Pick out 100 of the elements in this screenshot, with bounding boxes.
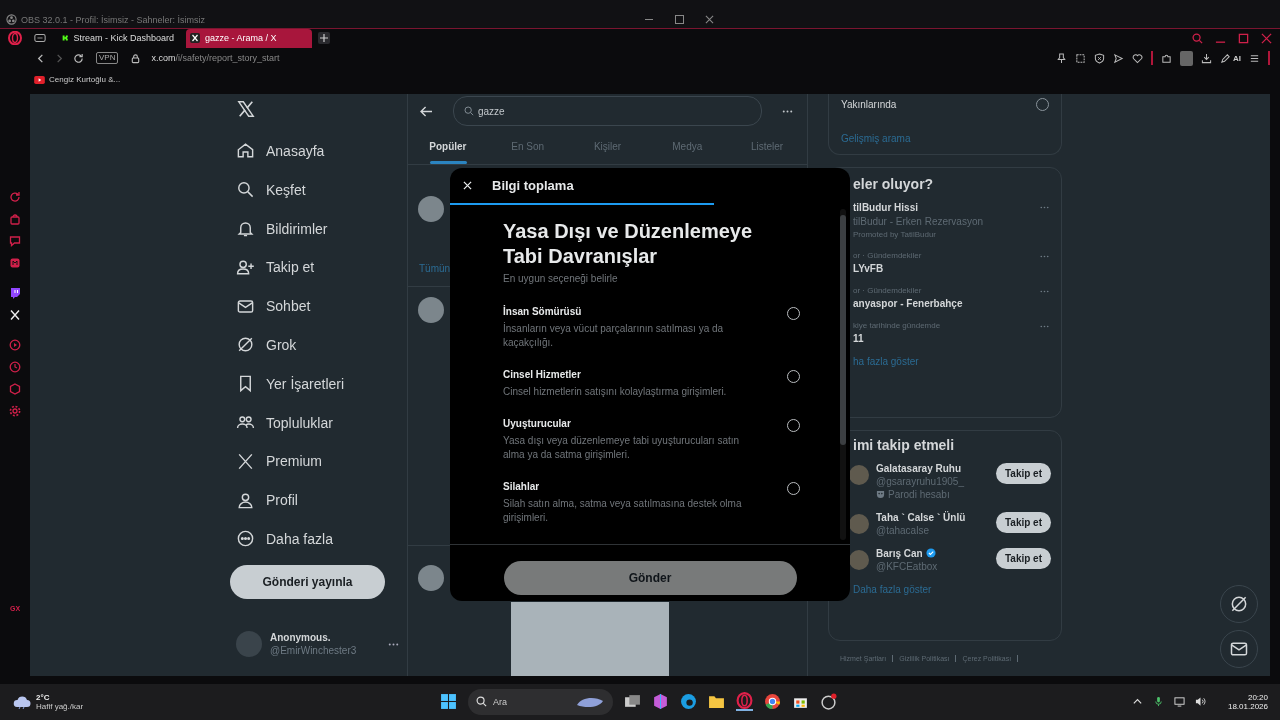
clock-icon[interactable] <box>9 360 21 373</box>
pen-icon[interactable] <box>1220 52 1231 64</box>
search-tab[interactable]: Popüler <box>408 128 488 164</box>
opera-logo-icon[interactable] <box>8 31 22 46</box>
network-icon[interactable] <box>1173 696 1185 708</box>
more-options-icon[interactable] <box>782 109 793 113</box>
messages-button[interactable] <box>1220 629 1258 668</box>
nav-item[interactable]: Profil <box>230 480 407 520</box>
cube-icon[interactable] <box>9 382 21 395</box>
nav-item[interactable]: Premium <box>230 441 407 481</box>
menu-icon[interactable] <box>1249 52 1260 64</box>
shield-icon[interactable] <box>1094 52 1105 64</box>
nav-item[interactable]: Anasayfa <box>230 131 407 171</box>
avatar[interactable] <box>418 195 444 222</box>
search-field[interactable]: gazze <box>453 96 762 127</box>
trend-subtitle: tilBudur - Erken Rezervasyon <box>853 215 984 227</box>
snapshot-icon[interactable] <box>1075 52 1086 64</box>
edge-browser-icon[interactable] <box>680 693 697 711</box>
new-tab-button[interactable] <box>318 32 330 45</box>
extension-thumbnail[interactable] <box>1180 50 1193 66</box>
avatar[interactable] <box>418 296 444 323</box>
account-suggestion[interactable]: Galatasaray Ruhu @gsarayruhu1905_ Parodi hesabı Takip et <box>849 462 1051 500</box>
office-icon[interactable] <box>652 693 669 711</box>
puzzle-icon[interactable] <box>1161 52 1172 64</box>
url-field[interactable]: x.com/i/safety/report_story_start <box>151 53 280 64</box>
avatar[interactable] <box>849 549 869 570</box>
avatar[interactable] <box>849 464 869 485</box>
reload-icon[interactable] <box>73 52 84 64</box>
chat-bubble-icon[interactable] <box>9 234 21 247</box>
account-handle: @EmirWinchester3 <box>270 645 357 657</box>
user-name[interactable]: Barış Can <box>876 547 923 559</box>
windows-start-icon[interactable] <box>440 693 457 711</box>
app-square-icon[interactable] <box>9 256 21 269</box>
folder-icon[interactable] <box>708 693 725 711</box>
forward-icon[interactable] <box>54 52 65 64</box>
bookmark-link[interactable]: Cengiz Kurtoğlu &... <box>49 75 121 85</box>
filter-label: Yakınlarında <box>841 98 897 110</box>
play-circle-icon[interactable] <box>9 338 21 351</box>
nav-item[interactable]: Keşfet <box>230 170 407 210</box>
close-button[interactable] <box>704 14 714 25</box>
browser-tab[interactable]: Stream - Kick Dashboard <box>58 28 180 48</box>
report-option[interactable]: Cinsel Hizmetler Cinsel hizmetlerin satışını kolaylaştırma girişimleri. <box>503 368 800 399</box>
tab-list-icon[interactable] <box>34 33 46 44</box>
user-name[interactable]: Taha ` Calse ` Ünlü <box>876 511 966 523</box>
clock-date[interactable]: 18.01.2026 <box>1227 701 1268 711</box>
account-suggestion[interactable]: Barış Can @KFCEatbox Takip et <box>849 547 1051 572</box>
app-icon[interactable] <box>820 693 837 711</box>
report-option[interactable]: İnsan Sömürüsü İnsanların veya vücut parçalarının satılması ya da kaçakçılığı. <box>503 305 800 350</box>
user-handle: @gsarayruhu1905_ <box>876 475 965 487</box>
back-arrow-icon[interactable] <box>420 105 433 117</box>
heart-icon[interactable] <box>1132 52 1143 64</box>
avatar[interactable] <box>849 513 869 534</box>
pin-icon[interactable] <box>1056 52 1067 64</box>
option-description: Cinsel hizmetlerin satışını kolaylaştırma girişimleri. <box>503 384 728 399</box>
browser-tab[interactable]: gazze - Arama / X <box>186 28 312 48</box>
chrome-icon[interactable] <box>764 693 781 711</box>
settings-icon[interactable] <box>9 404 21 417</box>
trend-name[interactable]: 11 <box>853 332 941 344</box>
option-title: Uyuşturucular <box>503 417 572 429</box>
download-icon[interactable] <box>1201 52 1212 64</box>
trend-name[interactable]: anyaspor - Fenerbahçe <box>853 297 963 309</box>
vpn-badge[interactable]: VPN <box>96 52 119 65</box>
nav-item[interactable]: Topluluklar <box>230 403 407 442</box>
refresh-icon[interactable] <box>9 190 21 203</box>
nav-item[interactable]: Yer İşaretleri <box>230 364 407 404</box>
x-logo-icon[interactable] <box>237 99 255 118</box>
bag-icon[interactable] <box>9 212 21 225</box>
taskbar-search-field[interactable]: Ara <box>468 688 613 715</box>
send-icon[interactable] <box>1113 52 1124 64</box>
nav-item[interactable]: Grok <box>230 325 407 365</box>
grok-button[interactable] <box>1220 584 1258 623</box>
trend-name[interactable]: LYvFB <box>853 262 922 274</box>
nav-item[interactable]: Bildirimler <box>230 209 407 248</box>
opera-icon[interactable] <box>736 692 753 712</box>
notifications-icon <box>236 219 255 239</box>
report-option[interactable]: Silahlar Silah satın alma, satma veya satılmasına destek olma girişimleri. <box>503 480 800 525</box>
post-button[interactable]: Gönderi yayınla <box>230 565 385 600</box>
scrollbar[interactable] <box>840 208 846 540</box>
more-options-icon[interactable] <box>388 642 399 646</box>
avatar[interactable] <box>418 564 444 591</box>
twitch-icon[interactable] <box>9 286 21 299</box>
search-icon[interactable] <box>1192 32 1203 44</box>
nav-item[interactable]: Daha fazla <box>230 519 407 559</box>
back-icon[interactable] <box>35 52 46 64</box>
user-name[interactable]: Galatasaray Ruhu <box>876 462 962 474</box>
nav-item[interactable]: Sohbet <box>230 286 407 326</box>
nav-item[interactable]: Takip et <box>230 248 407 287</box>
account-suggestion[interactable]: Taha ` Calse ` Ünlü @tahacalse Takip et <box>849 511 1051 536</box>
microphone-icon[interactable] <box>1152 696 1164 708</box>
report-option[interactable]: Uyuşturucular Yasa dışı veya düzenlemeye tabi uyuşturucuları satın alma ya da satma girişimleri. <box>503 417 800 462</box>
ai-button[interactable]: AI <box>1233 53 1241 63</box>
follow-button[interactable]: Takip et <box>995 462 1051 484</box>
maximize-icon[interactable] <box>1238 32 1249 44</box>
clock-time[interactable]: 20:20 <box>1247 692 1268 702</box>
trend-name[interactable]: tilBudur Hissi <box>853 201 984 213</box>
follow-button[interactable]: Takip et <box>995 547 1051 569</box>
follow-button[interactable]: Takip et <box>995 511 1051 533</box>
x-logo-icon[interactable] <box>9 308 21 321</box>
maximize-button[interactable] <box>674 14 684 25</box>
speaker-icon[interactable] <box>1194 696 1206 708</box>
